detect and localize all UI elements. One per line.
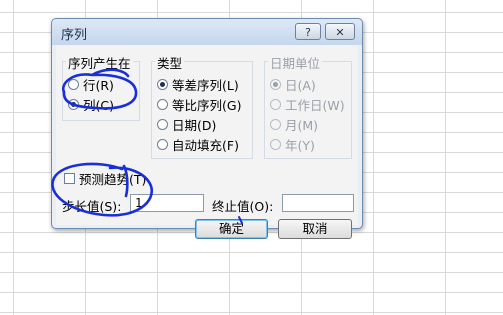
autofill-radio[interactable] [157, 138, 168, 150]
weekday-label: 工作日(W) [285, 97, 345, 113]
dialog-title: 序列 [61, 28, 88, 43]
trend-label: 预测趋势(T) [79, 171, 147, 187]
option-autofill[interactable]: 自动填充(F) [157, 136, 239, 153]
date-label: 日期(D) [172, 117, 217, 133]
month-radio[interactable] [270, 118, 281, 130]
type-group: 类型 等差序列(L) 等比序列(G) 日期(D) 自动填充(F) [151, 53, 253, 159]
day-label: 日(A) [285, 77, 316, 93]
columns-label: 列(C) [83, 97, 114, 113]
growth-radio[interactable] [157, 98, 168, 110]
cancel-button[interactable]: 取消 [278, 219, 352, 239]
columns-radio[interactable] [68, 98, 79, 110]
series-dialog: 序列 ? ✕ 序列产生在 行(R) 列(C) 类型 等差序列(L) 等比序列(G… [51, 18, 363, 239]
option-linear[interactable]: 等差序列(L) [157, 76, 239, 93]
stop-value-input[interactable] [282, 194, 354, 212]
option-columns[interactable]: 列(C) [68, 96, 114, 113]
rows-radio[interactable] [68, 78, 79, 90]
close-button[interactable]: ✕ [325, 23, 355, 40]
dialog-body: 序列产生在 行(R) 列(C) 类型 等差序列(L) 等比序列(G) 日期(D)… [56, 45, 358, 239]
help-button[interactable]: ? [295, 23, 321, 40]
linear-label: 等差序列(L) [172, 77, 239, 93]
option-date[interactable]: 日期(D) [157, 116, 217, 133]
type-title: 类型 [155, 53, 185, 72]
close-icon: ✕ [335, 26, 345, 39]
option-day[interactable]: 日(A) [270, 76, 316, 93]
option-year[interactable]: 年(Y) [270, 136, 315, 153]
date-radio[interactable] [157, 118, 168, 130]
step-label: 步长值(S): [62, 199, 122, 214]
growth-label: 等比序列(G) [172, 97, 242, 113]
date-unit-title: 日期单位 [268, 53, 323, 72]
weekday-radio[interactable] [270, 98, 281, 110]
option-weekday[interactable]: 工作日(W) [270, 96, 345, 113]
option-rows[interactable]: 行(R) [68, 76, 114, 93]
trend-option[interactable]: 预测趋势(T) [64, 170, 147, 187]
step-value-input[interactable]: 1 [130, 194, 204, 212]
series-in-group: 序列产生在 行(R) 列(C) [62, 53, 140, 121]
option-month[interactable]: 月(M) [270, 116, 319, 133]
date-unit-group: 日期单位 日(A) 工作日(W) 月(M) 年(Y) [264, 53, 352, 159]
option-growth[interactable]: 等比序列(G) [157, 96, 242, 113]
stop-label: 终止值(O): [212, 199, 274, 214]
year-label: 年(Y) [285, 137, 315, 153]
month-label: 月(M) [285, 117, 319, 133]
year-radio[interactable] [270, 138, 281, 150]
series-in-title: 序列产生在 [66, 53, 133, 72]
ok-button[interactable]: 确定 [195, 219, 268, 239]
day-radio[interactable] [270, 78, 281, 90]
help-icon: ? [305, 26, 311, 39]
dialog-titlebar[interactable]: 序列 ? ✕ [52, 19, 362, 45]
rows-label: 行(R) [83, 77, 114, 93]
linear-radio[interactable] [157, 78, 168, 90]
trend-checkbox[interactable] [64, 172, 75, 184]
autofill-label: 自动填充(F) [172, 137, 239, 153]
